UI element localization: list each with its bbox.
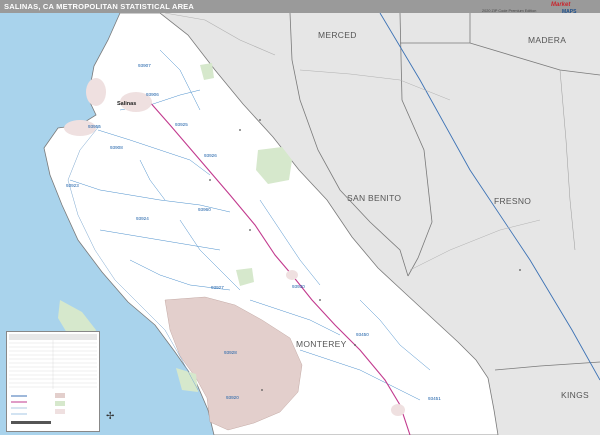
zip-label: 93906 (146, 92, 159, 97)
zip-label: 93451 (428, 396, 441, 401)
zip-label: 93450 (356, 332, 369, 337)
legend-box (6, 331, 100, 432)
city-label-salinas: Salinas (117, 101, 137, 107)
county-label-san-benito: SAN BENITO (347, 193, 402, 203)
zip-label: 93920 (226, 395, 239, 400)
settlement-dot (259, 119, 261, 121)
logo-text: Market (551, 2, 571, 8)
legend-table-lines (9, 340, 97, 389)
legend-military (55, 393, 65, 398)
marina-urban (86, 78, 106, 106)
county-label-merced: MERCED (318, 30, 357, 40)
legend-park (55, 401, 65, 406)
publisher-logo: Market MAPS (548, 1, 588, 17)
north-arrow-icon: ✢ (106, 411, 115, 422)
zip-label: 93907 (138, 63, 151, 68)
zip-label: 93926 (204, 153, 217, 158)
king-city-urban (286, 270, 298, 280)
map-title: SALINAS, CA METROPOLITAN STATISTICAL ARE… (4, 2, 195, 11)
settlement-dot (519, 269, 521, 271)
settlement-dot (249, 229, 251, 231)
legend-scale-bar (11, 421, 51, 424)
settlement-dot (209, 179, 211, 181)
settlement-dot (319, 299, 321, 301)
zip-label: 93925 (175, 122, 188, 127)
zip-label: 93924 (136, 216, 149, 221)
edition-label: 2020 ZIP Code Premium Edition (482, 9, 537, 13)
settlement-dot (354, 344, 356, 346)
zip-label: 93923 (66, 183, 79, 188)
county-label-madera: MADERA (528, 35, 567, 45)
zip-label: 93930 (292, 284, 305, 289)
legend-urban (55, 409, 65, 414)
county-label-monterey: MONTEREY (296, 339, 347, 349)
zip-label: 93960 (198, 207, 211, 212)
map-frame: SALINAS, CA METROPOLITAN STATISTICAL ARE… (0, 0, 600, 435)
logo-subtext: MAPS (562, 9, 577, 15)
zip-label: 93928 (224, 350, 237, 355)
zip-label: 93908 (110, 145, 123, 150)
county-label-fresno: FRESNO (494, 196, 532, 206)
county-label-kings: KINGS (561, 390, 589, 400)
settlement-dot (239, 129, 241, 131)
settlement-dot (261, 389, 263, 391)
zip-label: 93955 (88, 124, 101, 129)
legend-graphic (9, 334, 97, 424)
legend-symbols (11, 393, 65, 424)
legend-header (9, 334, 97, 340)
san-ardo-urban (391, 404, 405, 416)
zip-label: 93927 (211, 285, 224, 290)
